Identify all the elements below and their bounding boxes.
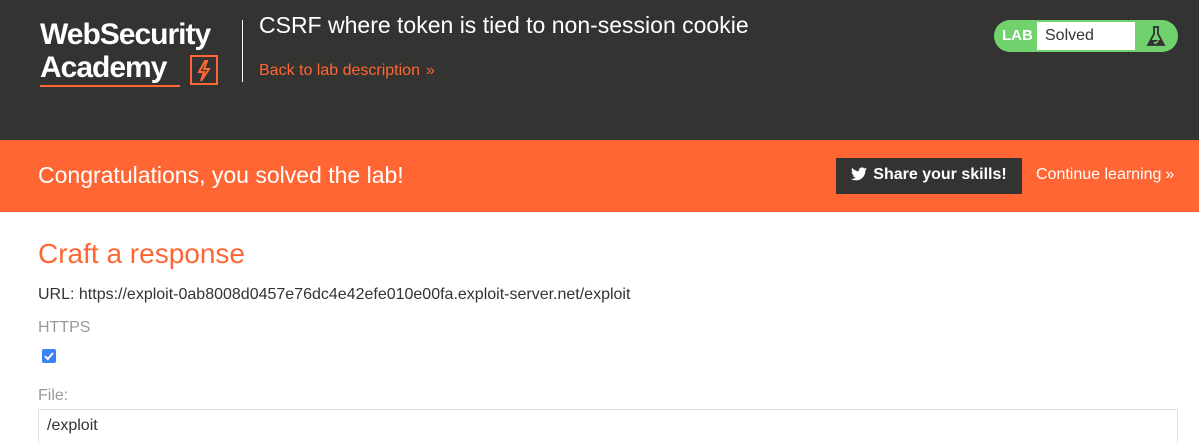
logo-text-line1: WebSecurity: [40, 18, 211, 51]
top-header: WebSecurity Academy CSRF where token is …: [0, 0, 1199, 140]
twitter-icon: [851, 167, 868, 186]
lab-status-text: Solved: [1045, 27, 1094, 44]
file-path-input[interactable]: /exploit: [38, 409, 1178, 443]
lab-status-widget: LAB Solved: [994, 20, 1178, 52]
flask-icon: [1144, 24, 1168, 48]
status-box: Solved: [1037, 22, 1135, 50]
page-title: Craft a response: [38, 238, 245, 269]
share-your-skills-button[interactable]: Share your skills!: [836, 158, 1022, 194]
solved-banner: Congratulations, you solved the lab! Sha…: [0, 140, 1199, 212]
web-security-academy-logo[interactable]: WebSecurity Academy: [40, 18, 240, 90]
logo-underline: [40, 85, 180, 87]
file-label: File:: [38, 387, 69, 404]
https-label: HTTPS: [38, 319, 91, 336]
back-to-lab-description-link[interactable]: Back to lab description »: [259, 62, 435, 80]
exploit-url: URL: https://exploit-0ab8008d0457e76dc4e…: [38, 286, 631, 303]
continue-learning-label: Continue learning: [1036, 166, 1162, 183]
lab-badge: LAB: [1002, 27, 1033, 44]
https-checkbox[interactable]: [42, 349, 56, 363]
lightning-bolt-icon: [190, 55, 218, 85]
lab-title: CSRF where token is tied to non-session …: [259, 12, 749, 38]
share-button-label: Share your skills!: [873, 166, 1007, 183]
logo-text-line2: Academy: [40, 51, 167, 84]
congratulations-message: Congratulations, you solved the lab!: [38, 162, 404, 188]
continue-learning-link[interactable]: Continue learning»: [1036, 166, 1174, 184]
double-chevron-right-icon: »: [425, 62, 435, 79]
header-divider: [242, 20, 243, 82]
double-chevron-right-icon: »: [1165, 166, 1175, 183]
back-link-label: Back to lab description: [259, 62, 420, 79]
